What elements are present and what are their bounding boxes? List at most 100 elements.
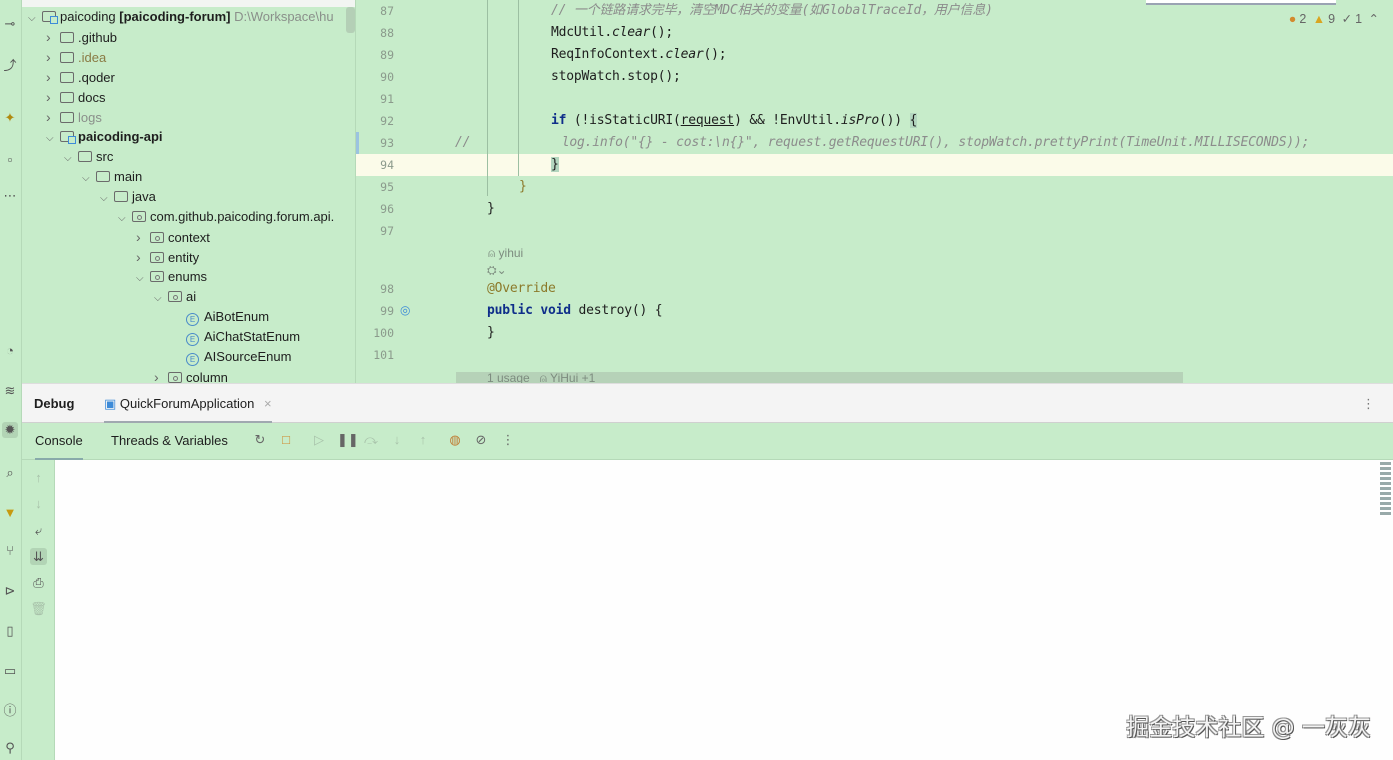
- tree-item[interactable]: E AiChatStatEnum: [172, 327, 300, 347]
- tree-item[interactable]: ⌵ main: [82, 167, 142, 187]
- tree-item[interactable]: ⌵ java: [100, 187, 156, 207]
- chevron-right-icon[interactable]: ›: [46, 107, 60, 127]
- mute-breakpoints-icon[interactable]: ⊘: [473, 432, 489, 448]
- implements-gutter-icon[interactable]: ◎: [400, 303, 410, 317]
- close-icon[interactable]: ×: [264, 396, 272, 411]
- tab-quick-forum-application[interactable]: ▣ QuickForumApplication ×: [104, 384, 272, 424]
- code-token: ()): [878, 113, 910, 128]
- debug-icon[interactable]: ✹: [2, 422, 18, 438]
- tree-item[interactable]: ⌵ enums: [136, 267, 207, 287]
- chevron-right-icon[interactable]: ›: [154, 367, 168, 383]
- tree-item[interactable]: E AISourceEnum: [172, 347, 291, 367]
- step-out-icon[interactable]: ↑: [415, 432, 431, 448]
- code-token: }: [519, 179, 527, 194]
- services-icon[interactable]: ≋: [2, 383, 18, 399]
- more-options-icon[interactable]: ⋮: [1362, 396, 1375, 412]
- chevron-down-icon[interactable]: ⌵: [46, 129, 60, 149]
- chevron-right-icon[interactable]: ›: [46, 87, 60, 107]
- tree-item[interactable]: › .github: [46, 27, 117, 47]
- view-breakpoints-icon[interactable]: ◍: [447, 432, 463, 448]
- tab-threads-variables[interactable]: Threads & Variables: [111, 433, 228, 448]
- chevron-right-icon[interactable]: ›: [136, 227, 150, 247]
- chevron-down-icon[interactable]: ⌵: [136, 269, 150, 289]
- chevron-down-icon[interactable]: ⌵: [64, 149, 78, 169]
- usage-hint[interactable]: 1 usage ⍝ YiHui +1: [487, 371, 595, 383]
- chevron-right-icon[interactable]: ›: [46, 27, 60, 47]
- tree-item[interactable]: ⌵ paicoding-api: [46, 127, 163, 147]
- author-name: yihui: [498, 246, 524, 260]
- clear-icon[interactable]: 🗑: [30, 600, 47, 617]
- tree-item[interactable]: › docs: [46, 87, 105, 107]
- tab-console[interactable]: Console: [35, 423, 83, 460]
- line-number: 91: [380, 92, 394, 106]
- tree-item[interactable]: › logs: [46, 107, 102, 127]
- pause-icon[interactable]: ❚❚: [337, 432, 359, 448]
- tree-item[interactable]: › .idea: [46, 47, 106, 67]
- chevron-right-icon[interactable]: ›: [46, 67, 60, 87]
- author-hint[interactable]: ⍝ yihui: [488, 246, 523, 261]
- debug-tool-window-header: Debug ▣ QuickForumApplication × ⋮: [22, 383, 1393, 424]
- console-side-toolbar: ↑ ↓ ⤶ ⇊ ⎙ 🗑: [22, 460, 55, 760]
- down-arrow-icon[interactable]: ↓: [30, 495, 47, 512]
- commit-icon[interactable]: ⊸: [2, 16, 18, 32]
- code-line[interactable]: }: [519, 176, 527, 198]
- inspection-widget[interactable]: ● 2 ▲ 9 ✓ 1 ⌃: [1286, 11, 1379, 26]
- terminal-icon[interactable]: ▭: [2, 663, 18, 679]
- chevron-right-icon[interactable]: ›: [136, 247, 150, 267]
- chevron-down-icon[interactable]: ⌵: [28, 9, 42, 29]
- code-line[interactable]: // 一个链路请求完毕，清空MDC相关的变量(如GlobalTraceId，用户…: [551, 0, 993, 22]
- jrebel-icon[interactable]: ✦: [2, 110, 18, 126]
- print-icon[interactable]: ⎙: [30, 574, 47, 591]
- pull-request-icon[interactable]: ⤴: [2, 58, 18, 74]
- code-line[interactable]: stopWatch.stop();: [551, 66, 681, 88]
- build-icon[interactable]: ▯: [2, 623, 18, 639]
- step-over-icon[interactable]: ⤼: [363, 432, 379, 448]
- code-line[interactable]: MdcUtil.clear();: [551, 22, 673, 44]
- chevron-down-icon[interactable]: ⌵: [154, 289, 168, 309]
- code-editor[interactable]: 87 // 一个链路请求完毕，清空MDC相关的变量(如GlobalTraceId，…: [356, 0, 1393, 383]
- tree-item[interactable]: ⌵ src: [64, 147, 113, 167]
- chevron-down-icon[interactable]: ⌵: [82, 169, 96, 189]
- stop-icon[interactable]: □: [278, 432, 294, 448]
- scroll-to-end-icon[interactable]: ⇊: [30, 548, 47, 565]
- code-line[interactable]: public void destroy() {: [487, 300, 663, 322]
- chevron-up-icon[interactable]: ⌃: [1369, 12, 1379, 26]
- notifications-icon[interactable]: ▼: [2, 505, 18, 521]
- problems-icon[interactable]: ⓘ: [2, 703, 18, 719]
- tree-item[interactable]: › context: [136, 227, 210, 247]
- chevron-down-icon[interactable]: ⌵: [100, 189, 114, 209]
- rerun-icon[interactable]: ↻: [252, 432, 268, 448]
- chevron-down-icon[interactable]: ⌵: [118, 209, 132, 229]
- tree-item[interactable]: › column: [154, 367, 228, 383]
- ai-actions-icon[interactable]: ⛭⌄: [487, 263, 507, 278]
- tree-root[interactable]: ⌵ paicoding [paicoding-forum] D:\Workspac…: [28, 7, 334, 27]
- tree-item[interactable]: E AiBotEnum: [172, 307, 269, 327]
- code-line[interactable]: if (!isStaticURI(request) && !EnvUtil.is…: [551, 110, 917, 132]
- find-icon[interactable]: ⌕: [2, 465, 18, 481]
- step-into-icon[interactable]: ↓: [389, 432, 405, 448]
- structure-icon[interactable]: ▫: [2, 152, 18, 168]
- code-line[interactable]: // log.info("{} - cost:\n{}", request.ge…: [455, 132, 1309, 154]
- tree-scrollbar[interactable]: [346, 7, 355, 33]
- code-line[interactable]: }: [487, 198, 495, 220]
- git-icon[interactable]: ⑂: [2, 543, 18, 559]
- vcs-icon[interactable]: ⚲: [2, 740, 18, 756]
- tree-item[interactable]: ⌵ com.github.paicoding.forum.api.: [118, 207, 334, 227]
- more-icon[interactable]: ⋮: [500, 432, 516, 448]
- code-line[interactable]: ReqInfoContext.clear();: [551, 44, 727, 66]
- more-icon[interactable]: ⋯: [2, 188, 18, 204]
- tree-item[interactable]: ⌵ ai: [154, 287, 196, 307]
- profiler-icon[interactable]: ◔: [2, 343, 18, 359]
- code-line[interactable]: }: [487, 322, 495, 344]
- line-number: 94: [380, 158, 394, 172]
- endpoints-icon[interactable]: ⊳: [2, 583, 18, 599]
- code-line[interactable]: }: [551, 154, 559, 176]
- tree-item[interactable]: › .qoder: [46, 67, 115, 87]
- tree-item[interactable]: › entity: [136, 247, 199, 267]
- up-arrow-icon[interactable]: ↑: [30, 469, 47, 486]
- resume-icon[interactable]: ▷: [311, 432, 327, 448]
- chevron-right-icon[interactable]: ›: [46, 47, 60, 67]
- soft-wrap-icon[interactable]: ⤶: [30, 522, 47, 539]
- tree-item-label: com.github.paicoding.forum.api.: [150, 209, 335, 224]
- code-line[interactable]: @Override: [487, 278, 556, 300]
